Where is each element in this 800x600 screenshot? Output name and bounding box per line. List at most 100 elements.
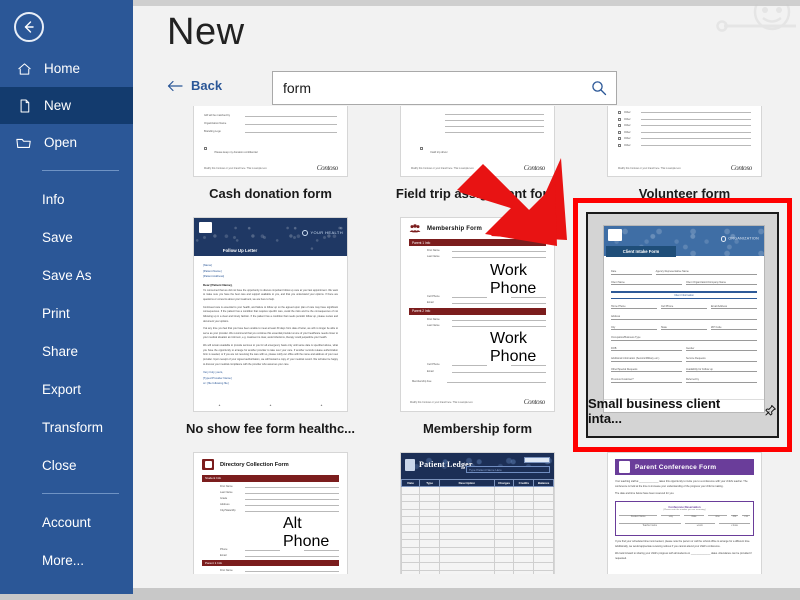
thumb-field-label: Organization Name bbox=[204, 121, 227, 126]
field-label: Additional Information (Seniors/Military… bbox=[611, 357, 660, 361]
contoso-logo: Contoso bbox=[730, 164, 753, 172]
sidebar-item-save[interactable]: Save bbox=[0, 218, 133, 256]
table-row bbox=[401, 523, 554, 533]
paragraph: If you find your scheduled time inconven… bbox=[615, 539, 751, 548]
sidebar-item-export[interactable]: Export bbox=[0, 370, 133, 408]
template-card-patient-ledger[interactable]: Patient Ledger Type Patient Name Here Da… bbox=[374, 452, 581, 574]
template-thumbnail: Parent Conference Form Your teaching sta… bbox=[607, 452, 762, 574]
thumb-title: Directory Collection Form bbox=[220, 461, 289, 468]
account-avatar-watermark-icon bbox=[716, 4, 796, 32]
field-label: Student Name bbox=[630, 516, 646, 519]
sidebar-item-home[interactable]: Home bbox=[0, 50, 133, 87]
template-card-parent-conference[interactable]: Parent Conference Form Your teaching sta… bbox=[581, 452, 788, 574]
table-row bbox=[401, 516, 554, 525]
template-card-directory-collection[interactable]: Directory Collection Form Student Info F… bbox=[167, 452, 374, 574]
backstage-back-button[interactable] bbox=[14, 12, 44, 42]
sidebar-item-transform[interactable]: Transform bbox=[0, 408, 133, 446]
field-label: Day bbox=[668, 516, 673, 519]
sidebar-divider-2 bbox=[42, 493, 119, 494]
thumb-row-label: Other: bbox=[624, 123, 632, 128]
thumb-title: Patient Ledger bbox=[419, 460, 473, 469]
sidebar-item-more[interactable]: More... bbox=[0, 541, 133, 579]
template-thumbnail: Other: Other: Other: Other: Other: Other… bbox=[607, 106, 762, 177]
back-arrow-icon bbox=[24, 21, 34, 33]
folder-icon bbox=[14, 134, 34, 152]
thumb-row-label: Other: bbox=[624, 110, 632, 115]
template-thumbnail: Gift will be matched by Organization Nam… bbox=[193, 106, 348, 177]
clipboard-icon bbox=[405, 459, 415, 471]
sidebar-item-share[interactable]: Share bbox=[0, 332, 133, 370]
table-row bbox=[401, 546, 554, 556]
table-row bbox=[401, 569, 554, 574]
field-label: First Name bbox=[220, 484, 233, 488]
thumb-title-band: Follow Up Letter bbox=[198, 244, 282, 256]
thumb-row-label: Other: bbox=[624, 136, 632, 141]
calendar-icon bbox=[619, 461, 630, 473]
checkbox-icon bbox=[618, 111, 621, 114]
field-label: ZIP Code bbox=[711, 325, 722, 329]
checkbox-icon bbox=[618, 117, 621, 121]
box-subtitle: (Please note the number you are reservin… bbox=[663, 508, 706, 511]
table-row bbox=[401, 501, 554, 510]
bottom-bar bbox=[0, 588, 800, 600]
search-input[interactable] bbox=[273, 80, 582, 96]
section-band: Student Info bbox=[202, 475, 339, 482]
checkbox-icon bbox=[618, 137, 621, 140]
field-label: Referred by bbox=[686, 378, 700, 382]
section-label: Client Information bbox=[674, 293, 694, 297]
field-label: Address bbox=[611, 315, 621, 319]
col-credits: Credits bbox=[513, 479, 535, 487]
template-row-3: Directory Collection Form Student Info F… bbox=[167, 452, 800, 574]
template-card-cash-donation[interactable]: Gift will be matched by Organization Nam… bbox=[167, 106, 374, 201]
template-thumbnail: Directory Collection Form Student Info F… bbox=[193, 452, 348, 574]
field-label: Service Requests bbox=[686, 357, 706, 361]
sidebar-item-save-as[interactable]: Save As bbox=[0, 256, 133, 294]
salutation: Dear [Patient Name], bbox=[203, 282, 233, 287]
field-label: Last Name bbox=[427, 255, 440, 259]
sidebar-item-print[interactable]: Print bbox=[0, 294, 133, 332]
paragraph: If at any time you feel that you have be… bbox=[203, 327, 338, 340]
field-label: City bbox=[611, 325, 616, 329]
template-card-small-business-client-intake[interactable]: ORGANIZATION Client Intake Form Date Age… bbox=[586, 212, 779, 438]
template-thumbnail: YOUR HEALTH Follow Up Letter [Name] [Pat… bbox=[193, 217, 348, 412]
field-label: First Name bbox=[220, 568, 233, 573]
field-label: Alt Phone bbox=[283, 514, 330, 550]
sidebar-item-open[interactable]: Open bbox=[0, 124, 133, 161]
field-label: Cell Phone bbox=[427, 294, 440, 298]
checkbox-icon bbox=[618, 124, 621, 127]
signoff: cc: [file following file] bbox=[203, 381, 229, 386]
field-label: First Name bbox=[427, 248, 440, 253]
field-label: Last Name bbox=[427, 323, 440, 328]
search-icon bbox=[592, 81, 607, 96]
search-button[interactable] bbox=[582, 80, 616, 96]
field-label: DOB bbox=[611, 346, 617, 350]
template-card-no-show-fee[interactable]: YOUR HEALTH Follow Up Letter [Name] [Pat… bbox=[167, 217, 374, 436]
paragraph: Your teaching staff at ______________ ta… bbox=[615, 480, 748, 488]
thumb-title-band: Client Intake Form bbox=[606, 246, 676, 257]
field-label: Client Organization/Company Name bbox=[686, 280, 727, 284]
table-row bbox=[401, 486, 554, 495]
home-icon bbox=[14, 60, 34, 78]
template-card-volunteer[interactable]: Other: Other: Other: Other: Other: Other… bbox=[581, 106, 788, 201]
id-card-icon bbox=[202, 459, 214, 470]
sidebar-divider-1 bbox=[42, 170, 119, 171]
back-link[interactable]: Back bbox=[167, 78, 222, 93]
sidebar-item-account[interactable]: Account bbox=[0, 503, 133, 541]
sidebar-item-new[interactable]: New bbox=[0, 87, 133, 124]
checkbox-icon bbox=[204, 147, 207, 151]
col-description: Description bbox=[438, 479, 495, 487]
table-row bbox=[401, 561, 554, 571]
pin-icon[interactable] bbox=[763, 404, 777, 418]
sidebar-item-info[interactable]: Info bbox=[0, 180, 133, 218]
annotation-arrow-icon bbox=[457, 158, 567, 246]
sidebar-item-close[interactable]: Close bbox=[0, 446, 133, 484]
thumb-title: Client Intake Form bbox=[622, 249, 660, 254]
field-label: Email bbox=[427, 369, 434, 373]
brand-logo bbox=[608, 229, 622, 241]
template-caption: Cash donation form bbox=[209, 186, 332, 201]
search-box[interactable] bbox=[272, 71, 617, 105]
field-label: Phone bbox=[220, 547, 228, 551]
brand-logo bbox=[199, 222, 212, 233]
col-charges: Charges bbox=[493, 479, 515, 487]
field-label: Agency Representative Name bbox=[655, 269, 689, 274]
